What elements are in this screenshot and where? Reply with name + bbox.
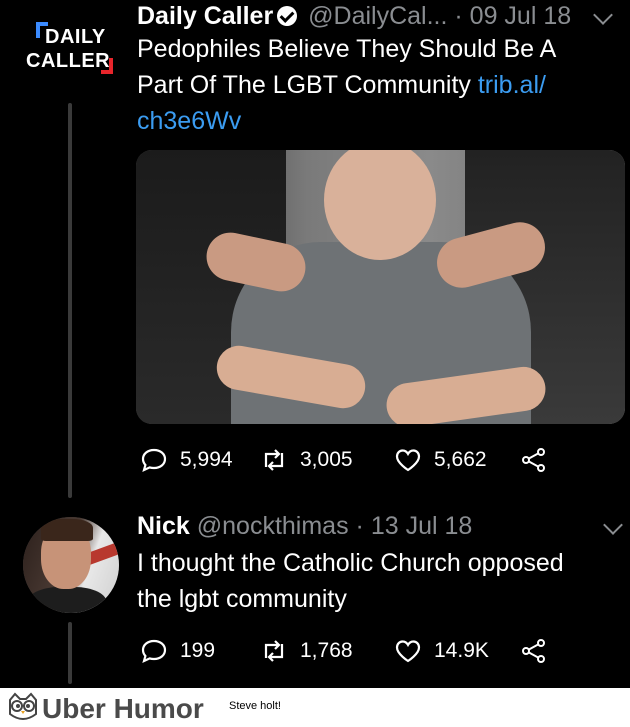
reply-text-line2: the lgbt community	[137, 585, 347, 613]
like-icon	[395, 449, 421, 472]
author-name[interactable]: Daily Caller	[137, 2, 273, 30]
tweet-text-line2: Part Of The LGBT Community trib.al/	[137, 71, 546, 99]
tweet-header: Daily Caller @DailyCal... · 09 Jul 18	[137, 2, 571, 31]
daily-caller-logo[interactable]: DAILY CALLER	[22, 18, 113, 78]
like-icon	[395, 640, 421, 663]
verified-badge-icon	[277, 6, 298, 26]
reply-icon	[141, 448, 167, 472]
tweet-link-continued[interactable]: ch3e6Wv	[137, 107, 241, 135]
thread-line-bottom	[68, 622, 72, 684]
like-button[interactable]: 14.9K	[394, 638, 489, 664]
tweet-media-image[interactable]	[136, 150, 625, 424]
reply-text-line1: I thought the Catholic Church opposed	[137, 549, 564, 577]
reply-text: I thought the Catholic Church opposed th…	[137, 545, 564, 617]
reply-count: 5,994	[180, 448, 233, 471]
like-button[interactable]: 5,662	[394, 447, 487, 473]
tweet-text: Pedophiles Believe They Should Be A Part…	[137, 31, 556, 139]
retweet-count: 3,005	[300, 448, 353, 471]
avatar-hair	[41, 519, 93, 541]
retweet-icon	[264, 449, 284, 471]
share-icon	[522, 448, 545, 472]
retweet-button[interactable]: 1,768	[260, 638, 353, 664]
retweet-count: 1,768	[300, 639, 353, 662]
post-caption: Steve holt!	[229, 700, 281, 712]
share-icon	[522, 639, 545, 663]
chevron-down-icon[interactable]	[603, 515, 623, 535]
reply-author-handle[interactable]: @nockthimas	[197, 512, 349, 540]
logo-bracket-red	[101, 58, 113, 74]
reply-author-name[interactable]: Nick	[137, 512, 190, 540]
retweet-icon	[264, 640, 284, 662]
reply-icon	[141, 639, 167, 663]
reply-button[interactable]: 5,994	[140, 447, 233, 473]
owl-logo-icon	[9, 692, 37, 720]
like-count: 5,662	[434, 448, 487, 471]
tweet-date[interactable]: · 09 Jul 18	[454, 2, 571, 30]
tweet-text-line1: Pedophiles Believe They Should Be A	[137, 35, 557, 63]
tweet-link[interactable]: trib.al/	[478, 71, 546, 99]
logo-text-line1: DAILY	[45, 26, 106, 48]
reply-date[interactable]: · 13 Jul 18	[356, 512, 473, 540]
share-button[interactable]	[520, 638, 560, 664]
author-handle[interactable]: @DailyCal...	[308, 2, 447, 30]
reply-header: Nick @nockthimas · 13 Jul 18	[137, 512, 472, 541]
reply-button[interactable]: 199	[140, 638, 215, 664]
brand-name: Uber Humor	[42, 693, 204, 724]
retweet-button[interactable]: 3,005	[260, 447, 353, 473]
thread-line-top	[68, 103, 72, 498]
chevron-down-icon[interactable]	[593, 5, 613, 25]
share-button[interactable]	[520, 447, 560, 473]
reply-count: 199	[180, 639, 216, 662]
avatar[interactable]	[23, 517, 119, 613]
logo-text-line2: CALLER	[26, 50, 111, 72]
like-count: 14.9K	[434, 639, 489, 662]
uber-humor-footer: Uber Humor Steve holt!	[0, 688, 630, 727]
avatar-body	[27, 587, 107, 613]
